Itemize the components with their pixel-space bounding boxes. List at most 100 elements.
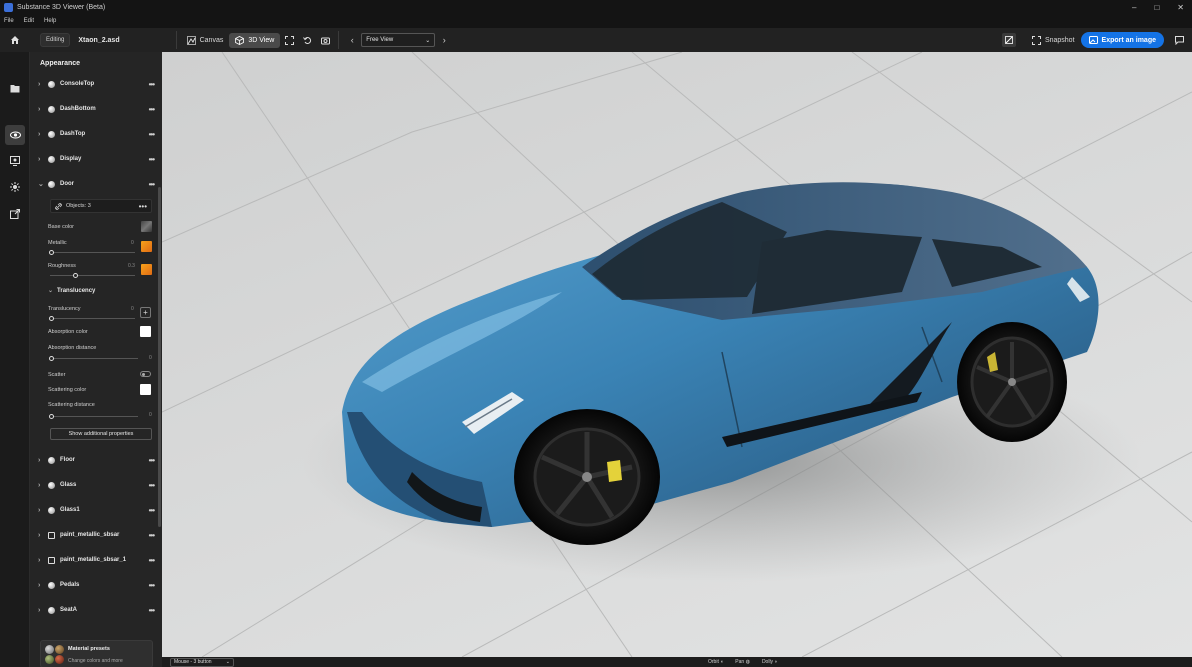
more-icon[interactable]: ••• <box>149 130 155 139</box>
slider-knob[interactable] <box>49 250 54 255</box>
menu-edit[interactable]: Edit <box>24 18 34 24</box>
view-select[interactable]: Free View ⌄ <box>361 33 436 47</box>
add-texture-button[interactable]: + <box>140 307 151 318</box>
material-row[interactable]: › DashTop ••• <box>38 128 155 140</box>
sphere-icon <box>48 606 55 614</box>
orbit-label: Orbit <box>708 659 719 665</box>
more-icon[interactable]: ••• <box>149 506 155 515</box>
slider-knob[interactable] <box>49 414 54 419</box>
more-icon[interactable]: ••• <box>149 606 155 615</box>
more-icon[interactable]: ••• <box>149 105 155 114</box>
link-icon <box>55 202 62 210</box>
prev-view-button[interactable]: ‹ <box>343 31 361 49</box>
more-icon[interactable]: ••• <box>149 155 155 164</box>
snapshot-icon <box>1031 35 1041 45</box>
material-row[interactable]: › ConsoleTop ••• <box>38 78 155 90</box>
scattering-distance-value: 0 <box>149 412 152 418</box>
scatter-toggle[interactable] <box>140 371 151 377</box>
absorption-distance-slider[interactable] <box>49 356 138 361</box>
more-icon[interactable]: ••• <box>149 180 155 189</box>
app-logo-icon <box>4 2 13 12</box>
material-row[interactable]: › paint_metallic_sbsar_1 ••• <box>38 554 155 566</box>
canvas-button[interactable]: Canvas <box>181 33 230 48</box>
rail-lighting[interactable] <box>5 177 25 197</box>
chevron-right-icon: › <box>38 105 41 113</box>
minimize-button[interactable]: – <box>1132 3 1136 12</box>
home-icon <box>11 36 19 44</box>
sphere-icon <box>48 130 55 138</box>
metallic-texture[interactable] <box>141 241 152 252</box>
maximize-button[interactable]: □ <box>1154 3 1159 12</box>
chevron-right-icon: › <box>442 35 446 45</box>
material-row[interactable]: › paint_metallic_sbsar ••• <box>38 529 155 541</box>
objects-label: Objects: 3 <box>66 203 91 209</box>
more-icon[interactable]: ••• <box>149 556 155 565</box>
show-additional-properties-button[interactable]: Show additional properties <box>50 428 152 440</box>
material-row[interactable]: › Pedals ••• <box>38 579 155 591</box>
home-button[interactable] <box>0 28 30 52</box>
scattering-color-swatch[interactable] <box>140 384 151 395</box>
rail-export[interactable] <box>5 204 25 224</box>
material-presets-card[interactable]: Material presets Change colors and more <box>40 640 153 667</box>
snapshot-label: Snapshot <box>1044 36 1075 44</box>
chevron-right-icon: › <box>38 80 41 88</box>
3d-view-label: 3D View <box>248 36 275 44</box>
more-icon[interactable]: ••• <box>139 202 147 211</box>
slider-knob[interactable] <box>73 273 78 278</box>
rail-scene[interactable] <box>5 151 25 171</box>
objects-selector[interactable]: Objects: 3 ••• <box>50 199 152 213</box>
translucency-section-header[interactable]: ⌄ Translucency <box>48 287 95 294</box>
material-row[interactable]: › Glass ••• <box>38 479 155 491</box>
material-row-expanded[interactable]: ⌄ Door ••• <box>38 178 155 190</box>
next-view-button[interactable]: › <box>435 31 453 49</box>
more-icon[interactable]: ••• <box>149 80 155 89</box>
slider-knob[interactable] <box>49 356 54 361</box>
chevron-down-icon: ⌄ <box>38 181 44 188</box>
base-color-texture[interactable] <box>141 221 152 232</box>
dolly-label: Dolly <box>761 659 774 665</box>
roughness-slider[interactable] <box>50 273 135 278</box>
roughness-texture[interactable] <box>141 264 152 275</box>
material-row[interactable]: › Glass1 ••• <box>38 504 155 516</box>
more-icon[interactable]: ••• <box>149 456 155 465</box>
slider-knob[interactable] <box>49 316 54 321</box>
translucency-slider[interactable] <box>49 316 135 321</box>
material-row[interactable]: › Floor ••• <box>38 454 155 466</box>
presets-subtitle: Change colors and more <box>68 658 123 664</box>
environment-button[interactable] <box>1001 33 1016 47</box>
3d-view-button[interactable]: 3D View <box>229 32 281 48</box>
rail-files[interactable] <box>5 78 25 98</box>
scattering-distance-slider[interactable] <box>49 414 138 419</box>
export-image-button[interactable]: Export an image <box>1080 32 1164 48</box>
more-icon[interactable]: ••• <box>149 581 155 590</box>
toolbar-divider <box>175 31 177 49</box>
chevron-right-icon: › <box>38 531 41 539</box>
sphere-icon <box>48 105 55 113</box>
frame-button[interactable] <box>280 31 298 49</box>
chat-icon <box>1174 35 1184 45</box>
mouse-mode-value: Mouse - 3 button <box>174 659 212 665</box>
material-row[interactable]: › DashBottom ••• <box>38 103 155 115</box>
camera-button[interactable] <box>316 31 334 49</box>
material-row[interactable]: › SeatA ••• <box>38 604 155 616</box>
snapshot-button[interactable]: Snapshot <box>1031 35 1075 45</box>
close-button[interactable]: ✕ <box>1177 3 1184 12</box>
menu-help[interactable]: Help <box>44 18 56 24</box>
chevron-right-icon: › <box>38 481 41 489</box>
3d-viewport[interactable] <box>162 52 1192 657</box>
absorption-color-swatch[interactable] <box>140 326 151 337</box>
metallic-slider[interactable] <box>49 250 135 255</box>
more-icon[interactable]: ••• <box>149 481 155 490</box>
feedback-button[interactable] <box>1170 31 1188 49</box>
rail-appearance[interactable] <box>5 125 25 145</box>
panel-scrollbar[interactable] <box>158 187 161 527</box>
canvas-icon <box>186 35 196 45</box>
material-row[interactable]: › Display ••• <box>38 153 155 165</box>
mouse-mode-select[interactable]: Mouse - 3 button ⌄ <box>170 657 234 667</box>
export-image-label: Export an image <box>1101 36 1156 44</box>
reset-view-button[interactable] <box>298 31 316 49</box>
base-color-label: Base color <box>48 224 74 230</box>
menu-file[interactable]: File <box>4 18 14 24</box>
more-icon[interactable]: ••• <box>149 531 155 540</box>
metallic-value: 0 <box>131 240 134 246</box>
